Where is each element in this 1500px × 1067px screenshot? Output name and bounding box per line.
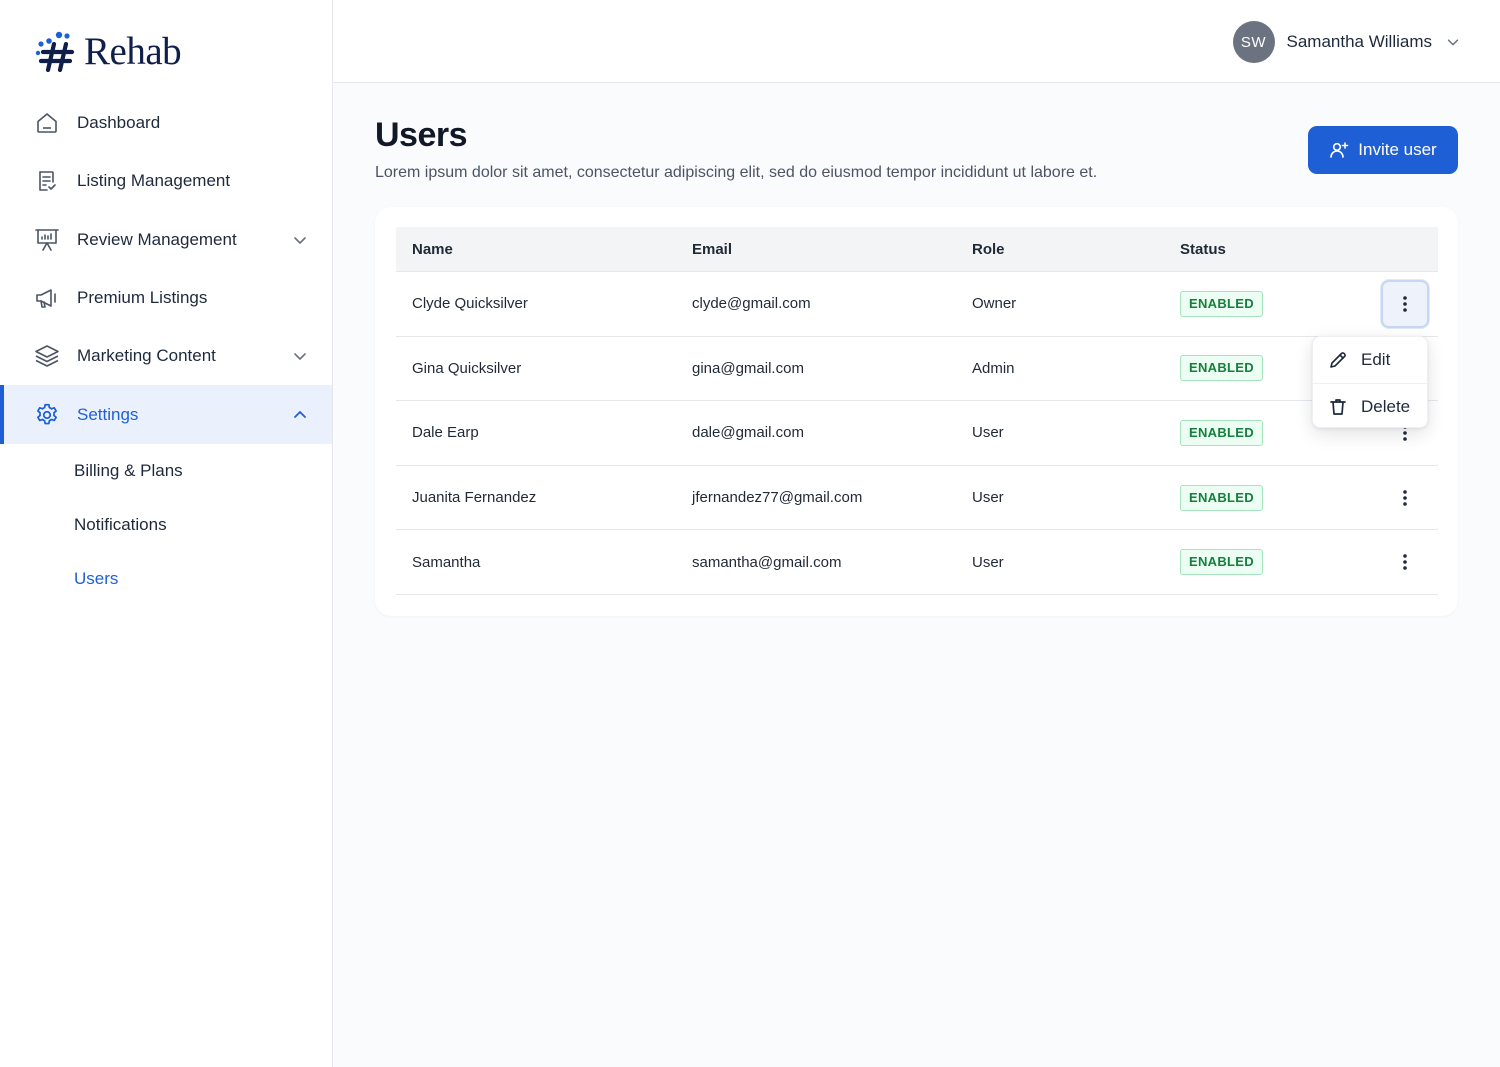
user-name: Samantha Williams bbox=[1286, 32, 1433, 51]
row-actions-button[interactable] bbox=[1381, 279, 1429, 328]
user-email-cell: clyde@gmail.com bbox=[692, 295, 811, 313]
home-icon bbox=[34, 110, 60, 136]
sidebar-item-label: Dashboard bbox=[77, 113, 161, 133]
users-table: Name Email Role Status Clyde Quicksilver… bbox=[396, 227, 1438, 595]
user-role-cell: Owner bbox=[972, 295, 1017, 313]
row-actions-button[interactable] bbox=[1381, 474, 1429, 522]
sidebar-item-marketing-content[interactable]: Marketing Content bbox=[0, 327, 332, 385]
status-badge: ENABLED bbox=[1180, 549, 1263, 576]
status-badge: ENABLED bbox=[1180, 484, 1263, 511]
sidebar-subitem-users[interactable]: Users bbox=[0, 552, 332, 606]
gear-icon bbox=[34, 402, 60, 428]
trash-icon bbox=[1330, 398, 1346, 415]
user-name-cell: Samantha bbox=[412, 553, 481, 571]
sidebar-subitem-notifications[interactable]: Notifications bbox=[0, 498, 332, 552]
status-badge: ENABLED bbox=[1180, 355, 1263, 382]
layers-icon bbox=[34, 343, 60, 369]
sidebar-item-dashboard[interactable]: Dashboard bbox=[0, 94, 332, 152]
user-name-cell: Clyde Quicksilver bbox=[412, 295, 528, 313]
presentation-icon bbox=[34, 227, 60, 253]
table-header: Name Email Role Status bbox=[396, 227, 1438, 272]
chevron-down-icon bbox=[292, 232, 308, 248]
row-actions-button[interactable] bbox=[1381, 538, 1429, 586]
sidebar-item-label: Marketing Content bbox=[77, 346, 216, 366]
column-header-email[interactable]: Email bbox=[692, 241, 732, 258]
user-email-cell: jfernandez77@gmail.com bbox=[692, 489, 863, 507]
brand-name: Rehab bbox=[84, 29, 182, 73]
menu-item-label: Edit bbox=[1361, 350, 1391, 369]
user-email-cell: gina@gmail.com bbox=[692, 359, 804, 377]
user-name-cell: Juanita Fernandez bbox=[412, 489, 537, 507]
user-role-cell: User bbox=[972, 553, 1004, 571]
user-email-cell: samantha@gmail.com bbox=[692, 553, 842, 571]
user-name-cell: Dale Earp bbox=[412, 424, 479, 442]
column-header-name[interactable]: Name bbox=[412, 241, 453, 258]
document-icon bbox=[34, 168, 60, 194]
sidebar-item-label: Listing Management bbox=[77, 171, 231, 191]
chevron-down-icon bbox=[1446, 35, 1460, 49]
user-role-cell: Admin bbox=[972, 359, 1015, 377]
sidebar-item-label: Settings bbox=[77, 404, 139, 424]
sidebar-item-settings[interactable]: Settings bbox=[0, 385, 332, 445]
page-title: Users bbox=[375, 116, 468, 154]
table-row: Dale Earp dale@gmail.com User ENABLED bbox=[396, 401, 1438, 466]
sidebar-item-review-management[interactable]: Review Management bbox=[0, 211, 332, 269]
user-role-cell: User bbox=[972, 424, 1004, 442]
more-vertical-icon bbox=[1403, 295, 1407, 312]
table-row: Gina Quicksilver gina@gmail.com Admin EN… bbox=[396, 337, 1438, 402]
sidebar-item-premium-listings[interactable]: Premium Listings bbox=[0, 269, 332, 327]
invite-user-button[interactable]: Invite user bbox=[1308, 126, 1458, 174]
megaphone-icon bbox=[34, 285, 60, 311]
chevron-down-icon bbox=[292, 348, 308, 364]
column-header-status[interactable]: Status bbox=[1180, 241, 1226, 258]
sidebar: Rehab Dashboard Listing Management Revie… bbox=[0, 0, 333, 1067]
user-role-cell: User bbox=[972, 489, 1004, 507]
rehab-logo-icon bbox=[35, 31, 75, 72]
sidebar-item-listing-management[interactable]: Listing Management bbox=[0, 152, 332, 210]
status-badge: ENABLED bbox=[1180, 290, 1263, 317]
menu-item-edit[interactable]: Edit bbox=[1313, 337, 1427, 383]
more-vertical-icon bbox=[1403, 554, 1407, 570]
column-header-role[interactable]: Role bbox=[972, 241, 1005, 258]
user-menu[interactable]: SW Samantha Williams bbox=[1232, 21, 1461, 63]
more-vertical-icon bbox=[1403, 489, 1407, 506]
user-plus-icon bbox=[1330, 142, 1349, 158]
pencil-icon bbox=[1330, 352, 1346, 368]
sidebar-item-label: Premium Listings bbox=[77, 288, 208, 308]
menu-item-delete[interactable]: Delete bbox=[1313, 383, 1427, 429]
avatar: SW bbox=[1232, 21, 1275, 63]
top-bar: SW Samantha Williams bbox=[333, 0, 1500, 83]
invite-user-label: Invite user bbox=[1358, 140, 1437, 159]
menu-item-label: Delete bbox=[1361, 396, 1411, 416]
chevron-up-icon bbox=[292, 407, 308, 423]
row-actions-menu: Edit Delete bbox=[1312, 336, 1428, 428]
sidebar-item-label: Review Management bbox=[77, 229, 237, 249]
table-row: Juanita Fernandez jfernandez77@gmail.com… bbox=[396, 466, 1438, 531]
table-row: Samantha samantha@gmail.com User ENABLED bbox=[396, 530, 1438, 595]
table-row: Clyde Quicksilver clyde@gmail.com Owner … bbox=[396, 272, 1438, 337]
user-email-cell: dale@gmail.com bbox=[692, 424, 804, 442]
page-description: Lorem ipsum dolor sit amet, consectetur … bbox=[375, 164, 1098, 181]
settings-subnav: Billing & Plans Notifications Users bbox=[0, 444, 332, 606]
users-card: Name Email Role Status Clyde Quicksilver… bbox=[375, 207, 1458, 616]
status-badge: ENABLED bbox=[1180, 419, 1263, 446]
user-name-cell: Gina Quicksilver bbox=[412, 359, 522, 377]
brand-logo[interactable]: Rehab bbox=[34, 26, 182, 76]
sidebar-subitem-billing-plans[interactable]: Billing & Plans bbox=[0, 444, 332, 498]
sidebar-nav: Dashboard Listing Management Review Mana… bbox=[0, 94, 332, 606]
